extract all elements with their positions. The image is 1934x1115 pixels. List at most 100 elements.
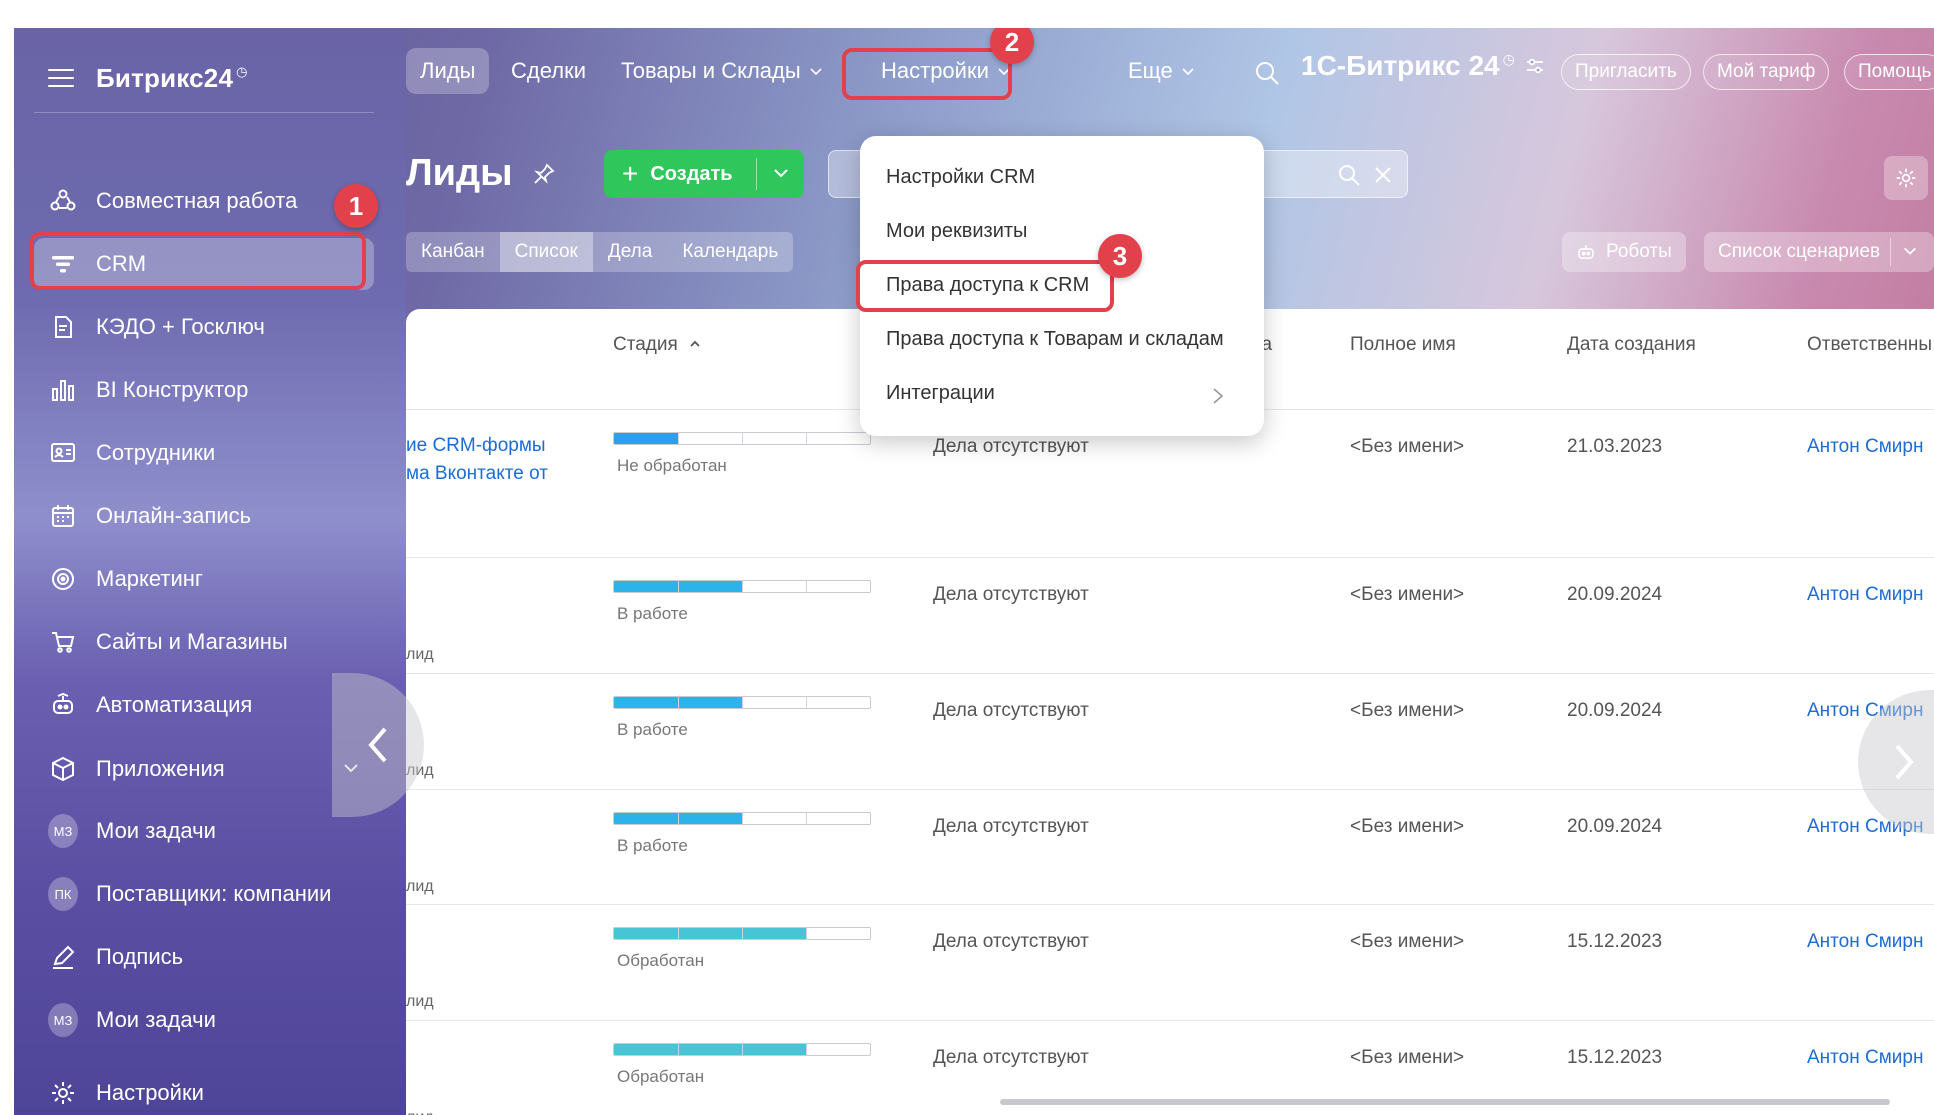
menu-item-crm-settings[interactable]: Настройки CRM: [886, 166, 1035, 189]
stage-progress-bar[interactable]: [613, 812, 871, 825]
sidebar-item-suppliers[interactable]: ПК Поставщики: компании: [34, 868, 374, 920]
table-row[interactable]: лид В работе Дела отсутствуют <Без имени> 20…: [406, 557, 1934, 673]
menu-item-requisites[interactable]: Мои реквизиты: [886, 220, 1027, 243]
sidebar-item-sites[interactable]: Сайты и Магазины: [34, 616, 374, 668]
close-icon[interactable]: [1373, 165, 1393, 185]
stage-progress-divider: [742, 1044, 743, 1055]
chevron-down-icon[interactable]: [1902, 243, 1918, 259]
sidebar-item-bi[interactable]: BI Конструктор: [34, 364, 374, 416]
chevron-down-icon[interactable]: [772, 164, 790, 182]
search-icon[interactable]: [1337, 163, 1361, 187]
horizontal-scrollbar[interactable]: [1000, 1099, 1890, 1105]
robots-button[interactable]: Роботы: [1562, 232, 1686, 272]
stage-label: В работе: [617, 836, 688, 855]
sidebar-item-collaboration[interactable]: Совместная работа: [34, 175, 374, 227]
sidebar-item-kedo[interactable]: КЭДО + Госключ: [34, 301, 374, 353]
lead-title-link[interactable]: ие CRM-формы: [406, 432, 546, 460]
stage-progress-bar[interactable]: [613, 927, 871, 940]
gear-icon: [1896, 168, 1916, 188]
view-tab-activities[interactable]: Дела: [593, 232, 667, 272]
column-header-responsible[interactable]: Ответственны: [1807, 334, 1932, 356]
view-tab-kanban[interactable]: Канбан: [406, 232, 500, 272]
table-row[interactable]: лид В работе Дела отсутствуют <Без имени> 20…: [406, 673, 1934, 789]
top-navigation: Лиды Сделки Товары и Склады Настройки Ещ…: [406, 28, 1934, 118]
stage-progress-bar[interactable]: [613, 432, 871, 445]
stage-progress-divider: [678, 928, 679, 939]
sidebar-item-marketing[interactable]: Маркетинг: [34, 553, 374, 605]
stage-progress-divider: [678, 697, 679, 708]
sidebar: Битрикс24 ◷ Совместная работа CRM КЭДО +…: [14, 28, 406, 1115]
sidebar-item-signature[interactable]: Подпись: [34, 931, 374, 983]
stage-progress-divider: [806, 1044, 807, 1055]
stage-progress-divider: [742, 813, 743, 824]
tab-more[interactable]: Еще: [1114, 48, 1209, 94]
robot-icon: [1578, 245, 1594, 259]
menu-item-integrations[interactable]: Интеграции: [886, 382, 995, 405]
table-row[interactable]: лид Обработан Дела отсутствуют <Без имени> 1…: [406, 904, 1934, 1020]
document-icon: [48, 312, 78, 342]
stage-progress-divider: [742, 697, 743, 708]
create-button[interactable]: + Создать: [604, 150, 804, 198]
column-header-label: Стадия: [613, 334, 678, 355]
sidebar-item-employees[interactable]: Сотрудники: [34, 427, 374, 479]
my-plan-button[interactable]: Мой тариф: [1703, 54, 1830, 90]
sidebar-item-label: Мои задачи: [96, 1007, 216, 1032]
tab-deals[interactable]: Сделки: [497, 48, 600, 94]
portal-name: 1С-Битрикс 24: [1301, 50, 1500, 81]
lead-type-label: лид: [406, 878, 434, 895]
sidebar-item-my-tasks[interactable]: МЗ Мои задачи: [34, 805, 374, 857]
sidebar-item-apps[interactable]: Приложения: [34, 743, 374, 795]
calendar-icon: [48, 501, 78, 531]
stage-label: В работе: [617, 604, 688, 623]
stage-progress-fill: [614, 928, 806, 939]
grid-settings-button[interactable]: [1884, 156, 1928, 200]
view-tab-calendar[interactable]: Календарь: [667, 232, 793, 272]
lead-type-label: лид: [406, 993, 434, 1010]
chevron-right-icon: [1213, 388, 1224, 404]
sidebar-item-automation[interactable]: Автоматизация: [34, 679, 374, 731]
stage-progress-bar[interactable]: [613, 580, 871, 593]
sidebar-item-booking[interactable]: Онлайн-запись: [34, 490, 374, 542]
bar-chart-icon: [48, 375, 78, 405]
table-row[interactable]: лид В работе Дела отсутствуют <Без имени> 20…: [406, 789, 1934, 904]
avatar-initials: МЗ: [48, 814, 78, 848]
invite-button[interactable]: Пригласить: [1561, 54, 1691, 90]
fullname-cell: <Без имени>: [1350, 436, 1465, 457]
created-date-cell: 15.12.2023: [1567, 931, 1663, 952]
sidebar-item-label: Мои задачи: [96, 818, 216, 843]
stage-progress-bar[interactable]: [613, 696, 871, 709]
created-date-cell: 20.09.2024: [1567, 816, 1663, 837]
column-header-stage[interactable]: Стадия: [613, 334, 701, 356]
avatar-initials: ПК: [48, 877, 78, 911]
pin-icon[interactable]: [533, 163, 555, 185]
sidebar-item-settings[interactable]: Настройки: [34, 1067, 374, 1115]
responsible-link[interactable]: Антон Смирн: [1807, 584, 1923, 606]
stage-progress-divider: [678, 581, 679, 592]
scenarios-button[interactable]: Список сценариев: [1704, 232, 1934, 272]
sidebar-item-my-tasks-2[interactable]: МЗ Мои задачи: [34, 994, 374, 1046]
menu-burger-icon[interactable]: [48, 69, 74, 87]
activity-cell: Дела отсутствуют: [933, 436, 1089, 457]
responsible-link[interactable]: Антон Смирн: [1807, 1047, 1923, 1069]
stage-progress-bar[interactable]: [613, 1043, 871, 1056]
menu-item-goods-access[interactable]: Права доступа к Товарам и складам: [886, 328, 1224, 351]
activity-cell: Дела отсутствуют: [933, 931, 1089, 952]
view-tab-list[interactable]: Список: [499, 232, 593, 272]
portal-brand[interactable]: 1С-Битрикс 24 ◷: [1301, 50, 1545, 82]
tab-leads[interactable]: Лиды: [406, 48, 490, 94]
responsible-link[interactable]: Антон Смирн: [1807, 436, 1923, 458]
column-header-created[interactable]: Дата создания: [1567, 334, 1696, 356]
lead-title-link[interactable]: ма Вконтакте от: [406, 460, 548, 488]
tab-goods[interactable]: Товары и Склады: [607, 48, 837, 94]
help-button[interactable]: Помощь: [1844, 54, 1934, 90]
created-date-cell: 21.03.2023: [1567, 436, 1663, 457]
stage-progress-divider: [742, 581, 743, 592]
column-header-fullname[interactable]: Полное имя: [1350, 334, 1456, 356]
logo-row: Битрикс24 ◷: [48, 58, 247, 98]
created-date-cell: 15.12.2023: [1567, 1047, 1663, 1068]
responsible-link[interactable]: Антон Смирн: [1807, 931, 1923, 953]
sidebar-item-label: Приложения: [96, 756, 225, 781]
created-date-cell: 20.09.2024: [1567, 584, 1663, 605]
search-icon[interactable]: [1254, 60, 1280, 91]
collaboration-icon: [48, 186, 78, 216]
